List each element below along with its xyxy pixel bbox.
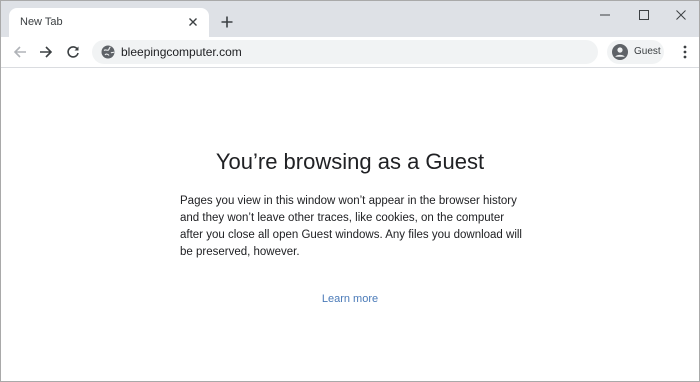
tab-title: New Tab [20, 16, 63, 28]
guest-avatar-icon [612, 44, 628, 60]
address-bar[interactable]: bleepingcomputer.com [92, 40, 598, 64]
profile-label: Guest [634, 46, 661, 57]
minimize-icon [600, 14, 610, 16]
new-tab-button[interactable] [217, 12, 237, 32]
reload-button[interactable] [62, 41, 84, 63]
back-button[interactable] [9, 41, 31, 63]
learn-more-link[interactable]: Learn more [1, 293, 699, 305]
window-close-button[interactable] [662, 1, 699, 29]
back-arrow-icon [13, 46, 26, 58]
reload-icon [67, 46, 79, 58]
page-title: You’re browsing as a Guest [215, 149, 485, 174]
close-icon [189, 18, 197, 26]
toolbar: bleepingcomputer.com Guest [1, 37, 699, 68]
forward-button[interactable] [35, 41, 57, 63]
browser-window: New Tab bleepingcomputer.com Guest You’r… [0, 0, 700, 382]
tab-strip: New Tab [1, 1, 699, 37]
profile-button[interactable]: Guest [607, 40, 664, 64]
url-text[interactable]: bleepingcomputer.com [121, 45, 242, 59]
more-vert-icon [683, 45, 687, 59]
globe-icon[interactable] [101, 45, 115, 59]
tab-new-tab[interactable]: New Tab [9, 8, 209, 37]
maximize-icon [639, 10, 649, 20]
guest-description: Pages you view in this window won’t appe… [180, 195, 522, 258]
menu-button[interactable] [676, 42, 694, 62]
plus-icon [221, 16, 233, 28]
maximize-button[interactable] [622, 1, 666, 29]
tab-close-button[interactable] [185, 14, 201, 30]
guest-page: You’re browsing as a Guest Pages you vie… [1, 69, 699, 381]
window-close-icon [675, 10, 686, 20]
forward-arrow-icon [40, 46, 53, 58]
minimize-button[interactable] [583, 1, 627, 29]
